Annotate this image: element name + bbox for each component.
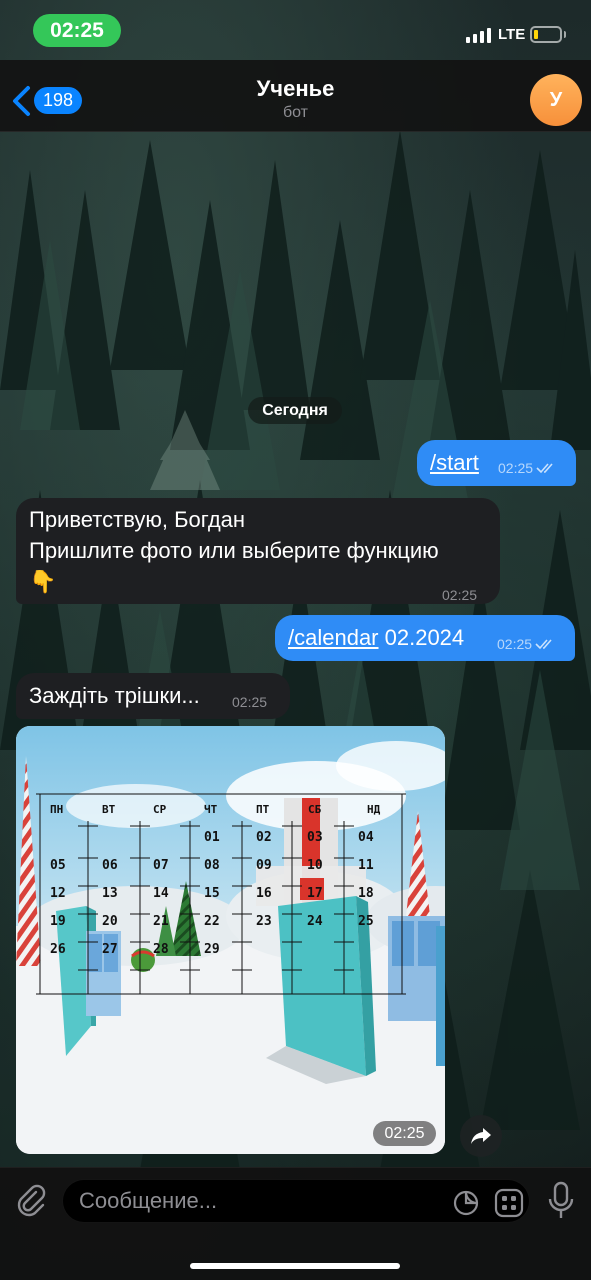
photo-scene bbox=[16, 726, 445, 1154]
calendar-day: 15 bbox=[204, 886, 220, 901]
message-time: 02:25 bbox=[498, 460, 534, 476]
weekday-label: ЧТ bbox=[204, 803, 218, 816]
calendar-day: 11 bbox=[358, 858, 374, 873]
sticker-icon[interactable] bbox=[452, 1189, 480, 1217]
battery-cap bbox=[564, 31, 566, 38]
calendar-day: 04 bbox=[358, 830, 374, 845]
calendar-day: 07 bbox=[153, 858, 169, 873]
calendar-day: 26 bbox=[50, 942, 66, 957]
calendar-day: 02 bbox=[256, 830, 272, 845]
calendar-day: 08 bbox=[204, 858, 220, 873]
outgoing-message: /calendar 02.2024 02:25 bbox=[275, 615, 575, 661]
weekday-label: ВТ bbox=[102, 803, 116, 816]
bot-commands-icon[interactable] bbox=[494, 1188, 524, 1218]
message-time: 02:25 bbox=[442, 587, 478, 603]
calendar-day: 20 bbox=[102, 914, 118, 929]
calendar-day: 22 bbox=[204, 914, 220, 929]
message-meta: 02:25 bbox=[498, 460, 556, 476]
message-text: Заждіть трішки... bbox=[29, 683, 200, 708]
calendar-day-highlighted: 17 bbox=[307, 886, 323, 901]
calendar-day: 21 bbox=[153, 914, 169, 929]
calendar-day: 25 bbox=[358, 914, 374, 929]
calendar-day: 06 bbox=[102, 858, 118, 873]
calendar-day: 28 bbox=[153, 942, 169, 957]
outgoing-message: /start 02:25 bbox=[417, 440, 576, 486]
message-time: 02:25 bbox=[232, 694, 268, 710]
calendar-day: 23 bbox=[256, 914, 272, 929]
calendar-day: 03 bbox=[307, 830, 323, 845]
chat-header: 198 Ученье бот У bbox=[0, 60, 591, 132]
calendar-day: 10 bbox=[307, 858, 323, 873]
double-check-icon bbox=[535, 639, 552, 650]
calendar-day: 16 bbox=[256, 886, 272, 901]
network-type: LTE bbox=[498, 26, 526, 43]
battery-icon bbox=[530, 26, 562, 43]
message-meta: 02:25 bbox=[497, 636, 555, 652]
command-argument: 02.2024 bbox=[378, 625, 465, 650]
command-link[interactable]: /calendar bbox=[288, 625, 379, 650]
share-arrow-icon bbox=[471, 1128, 491, 1144]
weekday-label: НД bbox=[367, 803, 381, 816]
forward-button[interactable] bbox=[460, 1115, 502, 1157]
chat-title[interactable]: Ученье bbox=[0, 76, 591, 102]
weekday-label: ПН bbox=[50, 803, 64, 816]
weekday-label: СР bbox=[153, 803, 167, 816]
calendar-day: 05 bbox=[50, 858, 66, 873]
command-link[interactable]: /start bbox=[430, 450, 479, 475]
incoming-message: Приветствую, Богдан Пришлите фото или вы… bbox=[16, 498, 500, 604]
calendar-day: 27 bbox=[102, 942, 118, 957]
calendar-day: 29 bbox=[204, 942, 220, 957]
message-line: Пришлите фото или выберите функцию bbox=[29, 538, 439, 563]
message-field[interactable] bbox=[62, 1179, 530, 1223]
paperclip-icon[interactable] bbox=[14, 1183, 48, 1217]
message-input[interactable] bbox=[79, 1180, 439, 1222]
calendar-photo[interactable]: ПН ВТ СР ЧТ ПТ СБ НД 01 02 03 04 05 06 0… bbox=[16, 726, 445, 1154]
status-bar: 02:25 LTE bbox=[0, 0, 591, 60]
avatar[interactable]: У bbox=[530, 74, 582, 126]
double-check-icon bbox=[536, 463, 553, 474]
calendar-day: 09 bbox=[256, 858, 272, 873]
calendar-day: 01 bbox=[204, 830, 220, 845]
calendar-day: 12 bbox=[50, 886, 66, 901]
calendar-day: 18 bbox=[358, 886, 374, 901]
weekday-label: СБ bbox=[308, 803, 322, 816]
calendar-day: 14 bbox=[153, 886, 169, 901]
message-line: Приветствую, Богдан bbox=[29, 507, 246, 532]
date-separator: Сегодня bbox=[248, 397, 342, 424]
message-time: 02:25 bbox=[497, 636, 533, 652]
signal-icon bbox=[466, 28, 491, 43]
photo-time: 02:25 bbox=[373, 1121, 436, 1146]
calendar-day: 24 bbox=[307, 914, 323, 929]
chat-subtitle: бот bbox=[282, 104, 309, 121]
status-time: 02:25 bbox=[33, 14, 121, 47]
home-indicator bbox=[190, 1263, 400, 1269]
weekday-label: ПТ bbox=[256, 803, 270, 816]
composer-bar bbox=[0, 1167, 591, 1280]
incoming-message: Заждіть трішки... 02:25 bbox=[16, 673, 290, 719]
pointing-down-emoji: 👇 bbox=[29, 569, 57, 594]
calendar-day: 19 bbox=[50, 914, 66, 929]
microphone-icon[interactable] bbox=[547, 1181, 575, 1221]
calendar-day: 13 bbox=[102, 886, 118, 901]
